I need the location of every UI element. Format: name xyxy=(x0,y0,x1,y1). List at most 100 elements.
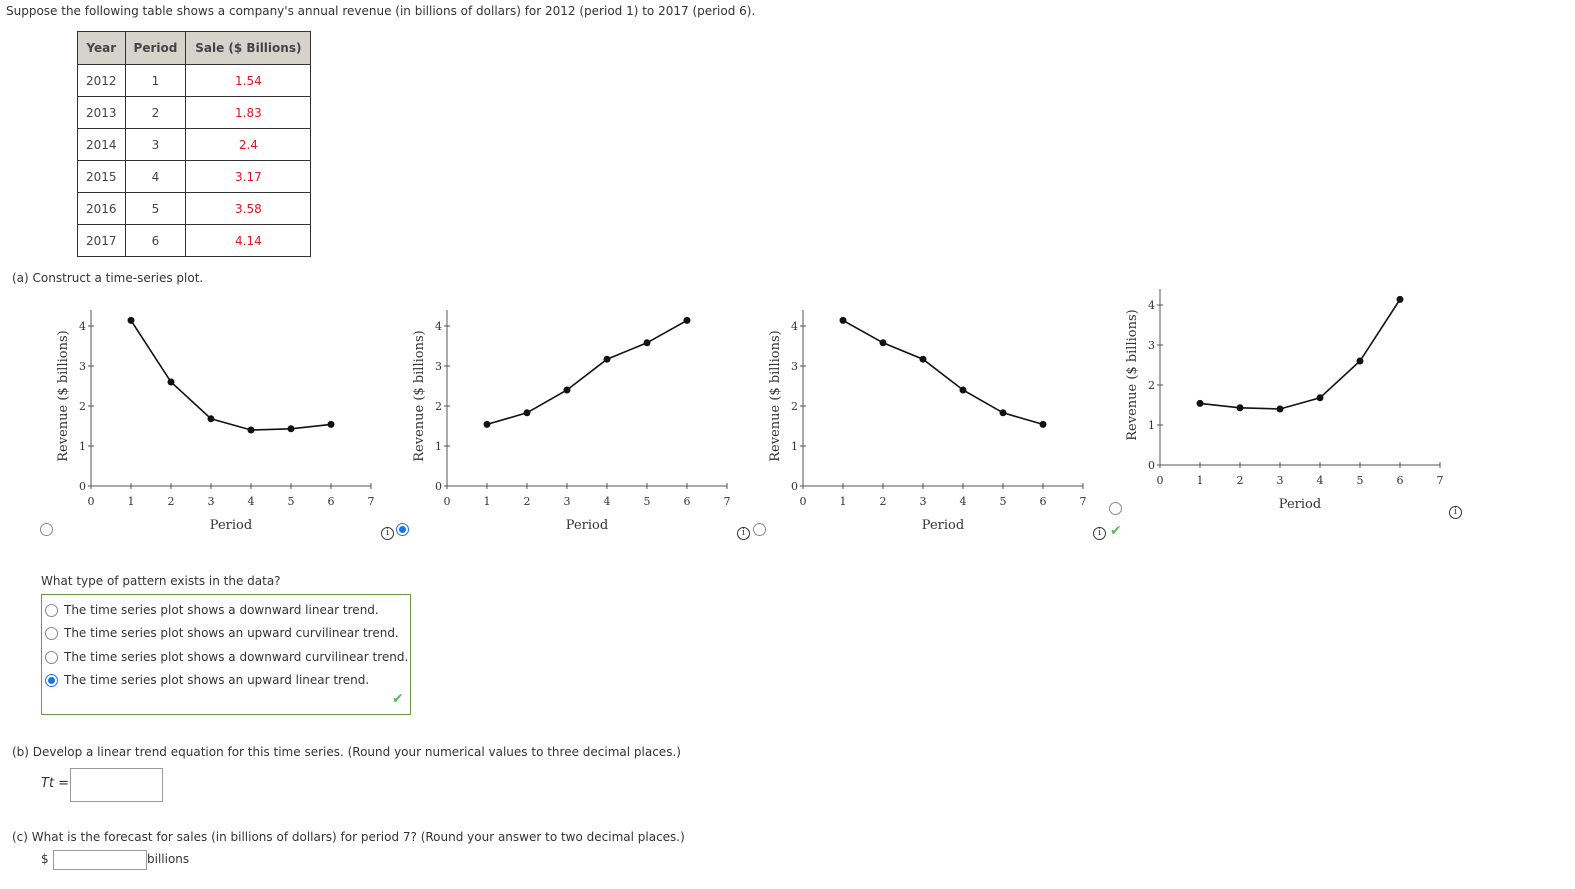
choice-upward-linear[interactable]: The time series plot shows an upward lin… xyxy=(45,670,369,690)
plot-option-4: 0 1 2 3 4 5 6 7 0 1 2 3 4 Period Revenue ($ billions) xyxy=(1119,279,1499,519)
y-tick-label: 2 xyxy=(435,400,442,413)
cell-year: 2012 xyxy=(77,64,126,97)
plot-option-1-radio[interactable] xyxy=(40,523,53,536)
x-tick-label: 0 xyxy=(444,495,451,508)
y-tick-label: 1 xyxy=(1148,419,1155,432)
y-tick-label: 3 xyxy=(79,360,86,373)
billions-suffix: billions xyxy=(147,852,190,866)
cell-sale: 1.54 xyxy=(185,64,312,97)
y-tick-label: 4 xyxy=(791,320,798,333)
plot-option-4-radio[interactable] xyxy=(1109,502,1122,515)
x-tick-label: 3 xyxy=(920,495,927,508)
x-tick-label: 7 xyxy=(724,495,731,508)
cell-year: 2017 xyxy=(77,224,126,257)
data-point xyxy=(1316,394,1324,402)
data-point xyxy=(1236,404,1244,412)
y-tick-label: 3 xyxy=(1148,339,1155,352)
table-row: 2014 3 2.4 xyxy=(77,128,312,161)
data-point xyxy=(919,355,927,363)
x-tick-label: 0 xyxy=(1157,474,1164,487)
plot-option-3: 0 1 2 3 4 5 6 7 0 1 2 3 4 Period Revenue ($ billions) xyxy=(762,300,1142,540)
cell-sale: 1.83 xyxy=(185,96,312,129)
y-axis-label: Revenue ($ billions) xyxy=(768,330,783,461)
x-axis-label: Period xyxy=(922,518,964,533)
cell-period: 6 xyxy=(124,224,187,257)
y-axis-label: Revenue ($ billions) xyxy=(412,330,427,461)
choice-upward-curvilinear[interactable]: The time series plot shows an upward cur… xyxy=(45,623,399,643)
x-tick-label: 4 xyxy=(604,495,611,508)
header-period: Period xyxy=(124,31,187,65)
table-row: 2015 4 3.17 xyxy=(77,160,312,193)
y-tick-label: 1 xyxy=(791,440,798,453)
x-tick-label: 6 xyxy=(1040,495,1047,508)
cell-year: 2014 xyxy=(77,128,126,161)
choice-radio[interactable] xyxy=(45,650,58,664)
series-line xyxy=(130,319,332,431)
x-tick-label: 5 xyxy=(288,495,295,508)
choice-label: The time series plot shows a downward cu… xyxy=(64,650,409,664)
x-tick-label: 1 xyxy=(128,495,135,508)
plot-option-2-radio[interactable] xyxy=(396,523,409,536)
data-point xyxy=(207,415,215,423)
data-point xyxy=(327,420,335,428)
cell-sale: 3.17 xyxy=(185,160,312,193)
data-point xyxy=(1039,420,1047,428)
series-line xyxy=(486,319,688,426)
table-row: 2016 5 3.58 xyxy=(77,192,312,225)
forecast-input[interactable] xyxy=(53,850,147,870)
data-point xyxy=(1396,295,1404,303)
choice-downward-curvilinear[interactable]: The time series plot shows a downward cu… xyxy=(45,647,408,667)
y-axis-label: Revenue ($ billions) xyxy=(56,330,71,461)
data-point xyxy=(563,386,571,394)
table-header-row: Year Period Sale ($ Billions) xyxy=(77,31,312,65)
data-point xyxy=(1276,405,1284,413)
cell-sale: 4.14 xyxy=(185,224,312,257)
data-point xyxy=(839,316,847,324)
data-point xyxy=(1356,357,1364,365)
x-tick-label: 3 xyxy=(208,495,215,508)
cell-period: 5 xyxy=(124,192,187,225)
data-point xyxy=(287,425,295,433)
info-icon[interactable]: i xyxy=(381,527,394,540)
cell-period: 2 xyxy=(124,96,187,129)
trend-equation-input[interactable] xyxy=(70,768,163,802)
y-tick-label: 4 xyxy=(79,320,86,333)
revenue-table: Year Period Sale ($ Billions) 2012 1 1.54 2… xyxy=(77,31,312,257)
plot-option-3-radio[interactable] xyxy=(753,523,766,536)
info-icon[interactable]: i xyxy=(1093,527,1106,540)
cell-year: 2013 xyxy=(77,96,126,129)
y-tick-label: 2 xyxy=(791,400,798,413)
y-tick-label: 0 xyxy=(791,480,798,493)
x-tick-label: 1 xyxy=(484,495,491,508)
choice-radio[interactable] xyxy=(45,673,58,687)
cell-year: 2015 xyxy=(77,160,126,193)
header-sale: Sale ($ Billions) xyxy=(185,31,312,65)
table-row: 2017 6 4.14 xyxy=(77,224,312,257)
cell-period: 4 xyxy=(124,160,187,193)
x-tick-label: 7 xyxy=(1437,474,1444,487)
series-line xyxy=(1199,298,1401,410)
choice-radio[interactable] xyxy=(45,603,58,617)
part-b-label: (b) Develop a linear trend equation for … xyxy=(12,745,681,759)
plot-option-2: 0 1 2 3 4 5 6 7 0 1 2 3 4 Period Revenue ($ billions) xyxy=(406,300,786,540)
data-point xyxy=(603,355,611,363)
plot-option-1: 0 1 2 3 4 5 6 7 0 1 2 3 4 Period Revenue ($ billions) xyxy=(50,300,430,540)
data-point xyxy=(643,339,651,347)
choice-radio[interactable] xyxy=(45,626,58,640)
problem-intro: Suppose the following table shows a comp… xyxy=(6,4,756,18)
data-point xyxy=(1196,399,1204,407)
correct-check-icon: ✔ xyxy=(392,691,404,707)
correct-check-icon: ✔ xyxy=(1110,523,1122,539)
x-axis-label: Period xyxy=(566,518,608,533)
x-tick-label: 6 xyxy=(1397,474,1404,487)
x-tick-label: 6 xyxy=(328,495,335,508)
y-tick-label: 4 xyxy=(435,320,442,333)
info-icon[interactable]: i xyxy=(1449,506,1462,519)
choice-downward-linear[interactable]: The time series plot shows a downward li… xyxy=(45,600,379,620)
series-line xyxy=(842,319,1044,426)
info-icon[interactable]: i xyxy=(737,527,750,540)
y-tick-label: 3 xyxy=(435,360,442,373)
x-tick-label: 2 xyxy=(1237,474,1244,487)
x-tick-label: 5 xyxy=(1000,495,1007,508)
part-c-label: (c) What is the forecast for sales (in b… xyxy=(12,830,685,844)
